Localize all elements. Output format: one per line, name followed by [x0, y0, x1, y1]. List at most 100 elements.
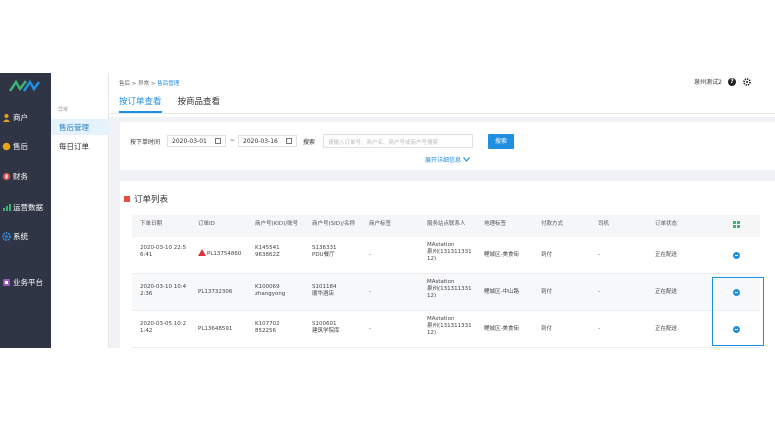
order-id: PL13648591 — [198, 326, 233, 332]
breadcrumb-item[interactable]: 售后 — [119, 81, 130, 87]
nav-label: 商户 — [13, 112, 28, 122]
table-row[interactable]: 2020-03-10 22:5 6:41 PL13754860 K145541 … — [132, 237, 760, 274]
secondary-sidebar: 异常 售后管理 每日订单 — [51, 73, 109, 348]
column-header: 订单ID — [198, 221, 215, 227]
user-icon — [2, 113, 11, 122]
driver: - — [598, 252, 600, 258]
tab-by-order[interactable]: 按订单查看 — [119, 95, 162, 113]
platform-icon — [2, 278, 11, 287]
date-filter-label: 按下单时间 — [130, 139, 161, 146]
calendar-icon — [285, 138, 292, 144]
station-cell: MAstation 泉州(131311331 12) — [427, 242, 479, 263]
breadcrumb-item[interactable]: 异常 — [138, 81, 149, 87]
driver: - — [598, 289, 600, 295]
sid: S136331 — [312, 245, 337, 251]
user-name[interactable]: 泉州测试2 — [694, 77, 722, 86]
brand-logo — [8, 79, 40, 92]
account: 852256 — [255, 328, 276, 334]
column-header: 订单状态 — [655, 221, 678, 227]
station: MAstation — [427, 279, 455, 285]
nav-item-business-platform[interactable]: 业务平台 — [0, 274, 51, 290]
kid: K100069 — [255, 284, 280, 290]
station-contact: 泉州(131311331 12) — [427, 323, 472, 336]
nav-item-merchant[interactable]: 商户 — [0, 109, 51, 125]
account: zhangyong — [255, 291, 286, 297]
column-header: 地理标签 — [484, 221, 507, 227]
column-header: 服务站点联系人 — [427, 221, 466, 227]
sid-name: 顺华酒店 — [312, 291, 335, 297]
order-id-cell[interactable]: PL13648591 — [198, 326, 232, 333]
subnav-item-daily-orders[interactable]: 每日订单 — [51, 138, 109, 154]
gear-icon — [2, 231, 11, 241]
main-content: 售后 > 异常 > 售后管理 泉州测试2 ? 按订单查看 按商品查看 按下单时间… — [109, 73, 775, 348]
column-header: 商户号(KID)/账号 — [255, 221, 299, 227]
order-date: 2020-03-05 10:2 1:42 — [140, 321, 187, 334]
search-label: 搜索 — [303, 139, 316, 146]
end-date-picker[interactable]: 2020-03-16 — [238, 135, 297, 147]
column-header: 司机 — [598, 221, 610, 227]
driver: - — [598, 326, 600, 332]
list-icon — [124, 196, 130, 202]
merchant-tag: - — [369, 326, 371, 332]
nav-label: 系统 — [13, 231, 28, 241]
column-header: 商户号(SID)/名称 — [312, 221, 355, 227]
view-tabs: 按订单查看 按商品查看 — [119, 95, 236, 113]
calendar-icon — [214, 138, 221, 144]
merchant-tag: - — [369, 289, 371, 295]
app-root: 商户 售后 财务 运营数据 系统 业务平台 异常 售后管理 每日订单 售后 > … — [0, 0, 775, 424]
nav-item-operations-data[interactable]: 运营数据 — [0, 199, 51, 215]
subnav-item-after-sales-management[interactable]: 售后管理 — [51, 119, 109, 135]
station: MAstation — [427, 316, 455, 322]
station-cell: MAstation 泉州(131311331 12) — [427, 279, 479, 300]
column-header: 商户标签 — [369, 221, 392, 227]
action-column-highlight — [712, 277, 764, 346]
date-separator: ~ — [230, 137, 236, 144]
nav-label: 售后 — [13, 141, 28, 151]
order-list-panel: 订单列表 下单日期 订单ID 商户号(KID)/账号 商户号(SID)/名称 商… — [120, 181, 775, 348]
settings-icon[interactable] — [743, 77, 751, 86]
sid-cell: S100601 建筑学院库 — [312, 321, 340, 335]
station-cell: MAstation 泉州(131311331 12) — [427, 316, 479, 337]
table-row[interactable]: 2020-03-05 10:2 1:42 PL13648591 K107702 … — [132, 311, 760, 348]
row-action-icon[interactable] — [733, 252, 740, 259]
order-status: 正在配送 — [655, 252, 678, 258]
kid: K107702 — [255, 321, 280, 327]
breadcrumb-current: 售后管理 — [157, 81, 180, 87]
nav-item-after-sales[interactable]: 售后 — [0, 138, 51, 154]
filter-panel: 按下单时间 2020-03-01 ~ 2020-03-16 搜索 请输入订单号、… — [120, 122, 775, 170]
help-icon[interactable]: ? — [728, 77, 736, 86]
top-bar: 售后 > 异常 > 售后管理 泉州测试2 ? 按订单查看 按商品查看 — [109, 73, 775, 117]
chart-icon — [2, 203, 11, 212]
order-date: 2020-03-10 22:5 6:41 — [140, 245, 187, 258]
table-header: 下单日期 订单ID 商户号(KID)/账号 商户号(SID)/名称 商户标签 服… — [132, 215, 760, 237]
geo-tag: 鲤城区-美食街 — [484, 326, 519, 332]
start-date-picker[interactable]: 2020-03-01 — [167, 135, 226, 147]
tab-by-product[interactable]: 按商品查看 — [178, 95, 221, 113]
column-header: 付款方式 — [541, 221, 564, 227]
order-id-cell[interactable]: PL13754860 — [198, 249, 241, 258]
nav-item-system[interactable]: 系统 — [0, 228, 51, 244]
order-date: 2020-03-10 10:4 2:36 — [140, 284, 187, 297]
order-id-cell[interactable]: PL13732306 — [198, 289, 232, 296]
search-button[interactable]: 搜索 — [488, 134, 514, 149]
app-shell: 商户 售后 财务 运营数据 系统 业务平台 异常 售后管理 每日订单 售后 > … — [0, 73, 775, 348]
nav-label: 财务 — [13, 171, 28, 181]
kid-cell: K107702 852256 — [255, 321, 280, 335]
table-row[interactable]: 2020-03-10 10:4 2:36 PL13732306 K100069 … — [132, 274, 760, 311]
column-settings-icon[interactable] — [733, 221, 740, 228]
account: 963862Z — [255, 252, 280, 258]
station: MAstation — [427, 242, 455, 248]
order-id: PL13732306 — [198, 289, 233, 295]
expand-details-link[interactable]: 展开详细信息 — [425, 155, 470, 164]
order-status: 正在配送 — [655, 289, 678, 295]
sid-cell: S136331 PDU餐厅 — [312, 245, 337, 259]
nav-item-finance[interactable]: 财务 — [0, 168, 51, 184]
sid: S100601 — [312, 321, 337, 327]
panel-title: 订单列表 — [124, 193, 168, 205]
search-input[interactable]: 请输入订单号、商户名、商户号或商户号搜索 — [323, 134, 473, 148]
subnav-group-label: 异常 — [58, 107, 69, 113]
tabs-divider — [109, 113, 775, 114]
start-date-value: 2020-03-01 — [172, 137, 207, 145]
sid: S101184 — [312, 284, 337, 290]
column-header: 下单日期 — [140, 221, 163, 227]
